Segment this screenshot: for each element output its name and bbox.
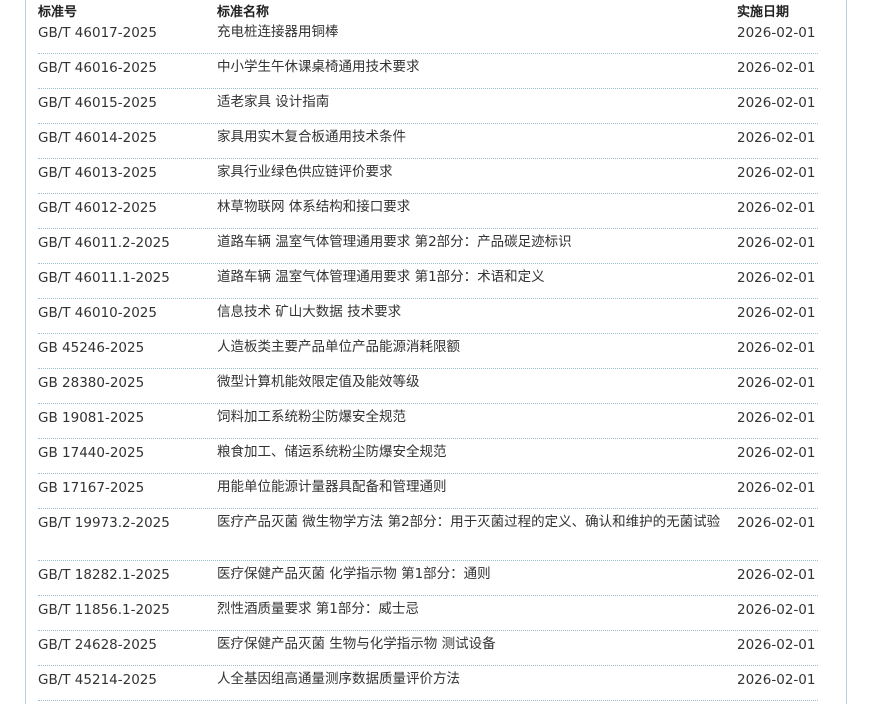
standard-number[interactable]: GB/T 18282.1-2025 — [38, 567, 170, 583]
standard-name-link[interactable]: 人全基因组高通量测序数据质量评价方法 — [217, 666, 729, 692]
table-row[interactable]: GB/T 46015-2025 适老家具 设计指南 2026-02-01 — [38, 89, 818, 124]
standard-name-link[interactable]: 医疗产品灭菌 微生物学方法 第2部分：用于灭菌过程的定义、确认和维护的无菌试验 — [217, 509, 729, 535]
standards-table-panel: 标准号 标准名称 实施日期 GB/T 46017-2025 充电桩连接器用铜棒 20… — [25, 0, 847, 704]
standard-number[interactable]: GB/T 46014-2025 — [38, 130, 157, 146]
table-row[interactable]: GB/T 46011.2-2025 道路车辆 温室气体管理通用要求 第2部分：产品… — [38, 229, 818, 264]
table-row[interactable]: GB/T 46010-2025 信息技术 矿山大数据 技术要求 2026-02-01 — [38, 299, 818, 334]
standard-number[interactable]: GB/T 45214-2025 — [38, 672, 157, 688]
standard-name-link[interactable]: 微型计算机能效限定值及能效等级 — [217, 369, 729, 395]
standard-number[interactable]: GB 19081-2025 — [38, 410, 144, 426]
implementation-date: 2026-02-01 — [737, 480, 816, 496]
standard-name-link[interactable]: 家具用实木复合板通用技术条件 — [217, 124, 729, 150]
standard-name-link[interactable]: 医疗保健产品灭菌 生物与化学指示物 测试设备 — [217, 631, 729, 657]
header-standard-number: 标准号 — [38, 5, 78, 20]
implementation-date: 2026-02-01 — [737, 602, 816, 618]
implementation-date: 2026-02-01 — [737, 445, 816, 461]
implementation-date: 2026-02-01 — [737, 270, 816, 286]
implementation-date: 2026-02-01 — [737, 95, 816, 111]
implementation-date: 2026-02-01 — [737, 515, 816, 531]
header-implementation-date: 实施日期 — [737, 5, 790, 20]
implementation-date: 2026-02-01 — [737, 375, 816, 391]
implementation-date: 2026-02-01 — [737, 235, 816, 251]
standard-name-link[interactable]: 道路车辆 温室气体管理通用要求 第2部分：产品碳足迹标识 — [217, 229, 729, 255]
table-row[interactable]: GB/T 18282.1-2025 医疗保健产品灭菌 化学指示物 第1部分：通则 2… — [38, 561, 818, 596]
table-row[interactable]: GB 19081-2025 饲料加工系统粉尘防爆安全规范 2026-02-01 — [38, 404, 818, 439]
standard-number[interactable]: GB 28380-2025 — [38, 375, 144, 391]
implementation-date: 2026-02-01 — [737, 567, 816, 583]
table-row[interactable]: GB/T 46016-2025 中小学生午休课桌椅通用技术要求 2026-02-01 — [38, 54, 818, 89]
standard-number[interactable]: GB/T 46013-2025 — [38, 165, 157, 181]
implementation-date: 2026-02-01 — [737, 410, 816, 426]
standard-name-link[interactable]: 粮食加工、储运系统粉尘防爆安全规范 — [217, 439, 729, 465]
standard-name-link[interactable]: 用能单位能源计量器具配备和管理通则 — [217, 474, 729, 500]
table-row[interactable]: GB/T 45214-2025 人全基因组高通量测序数据质量评价方法 2026-02… — [38, 666, 818, 701]
standard-name-link[interactable]: 信息技术 矿山大数据 技术要求 — [217, 299, 729, 325]
implementation-date: 2026-02-01 — [737, 340, 816, 356]
table-row[interactable]: GB/T 24628-2025 医疗保健产品灭菌 生物与化学指示物 测试设备 202… — [38, 631, 818, 666]
table-row[interactable]: GB/T 46013-2025 家具行业绿色供应链评价要求 2026-02-01 — [38, 159, 818, 194]
table-row[interactable]: GB/T 46014-2025 家具用实木复合板通用技术条件 2026-02-01 — [38, 124, 818, 159]
standard-name-link[interactable]: 人造板类主要产品单位产品能源消耗限额 — [217, 334, 729, 360]
table-row[interactable]: GB 17440-2025 粮食加工、储运系统粉尘防爆安全规范 2026-02-01 — [38, 439, 818, 474]
table-row[interactable]: GB 28380-2025 微型计算机能效限定值及能效等级 2026-02-01 — [38, 369, 818, 404]
standard-number[interactable]: GB/T 46015-2025 — [38, 95, 157, 111]
standard-name-link[interactable]: 林草物联网 体系结构和接口要求 — [217, 194, 729, 220]
standard-name-link[interactable]: 中小学生午休课桌椅通用技术要求 — [217, 54, 729, 80]
implementation-date: 2026-02-01 — [737, 165, 816, 181]
standard-number[interactable]: GB/T 46017-2025 — [38, 25, 157, 41]
standard-name-link[interactable]: 饲料加工系统粉尘防爆安全规范 — [217, 404, 729, 430]
standard-name-link[interactable]: 烈性酒质量要求 第1部分：威士忌 — [217, 596, 729, 622]
table-header: 标准号 标准名称 实施日期 — [38, 0, 818, 20]
standard-number[interactable]: GB/T 46011.1-2025 — [38, 270, 170, 286]
standard-number[interactable]: GB 17167-2025 — [38, 480, 144, 496]
table-row[interactable]: GB/T 19973.2-2025 医疗产品灭菌 微生物学方法 第2部分：用于灭菌… — [38, 509, 818, 561]
table-row[interactable]: GB/T 46011.1-2025 道路车辆 温室气体管理通用要求 第1部分：术语… — [38, 264, 818, 299]
implementation-date: 2026-02-01 — [737, 672, 816, 688]
implementation-date: 2026-02-01 — [737, 637, 816, 653]
standard-number[interactable]: GB/T 11856.1-2025 — [38, 602, 170, 618]
table-row[interactable]: GB 45246-2025 人造板类主要产品单位产品能源消耗限额 2026-02-0… — [38, 334, 818, 369]
standard-number[interactable]: GB/T 24628-2025 — [38, 637, 157, 653]
standard-number[interactable]: GB 17440-2025 — [38, 445, 144, 461]
standard-number[interactable]: GB/T 46010-2025 — [38, 305, 157, 321]
implementation-date: 2026-02-01 — [737, 60, 816, 76]
standard-number[interactable]: GB/T 46012-2025 — [38, 200, 157, 216]
standard-name-link[interactable]: 适老家具 设计指南 — [217, 89, 729, 115]
table-row[interactable]: GB/T 46012-2025 林草物联网 体系结构和接口要求 2026-02-01 — [38, 194, 818, 229]
implementation-date: 2026-02-01 — [737, 305, 816, 321]
table-body: GB/T 46017-2025 充电桩连接器用铜棒 2026-02-01 GB/T 4… — [38, 19, 818, 701]
implementation-date: 2026-02-01 — [737, 130, 816, 146]
standard-number[interactable]: GB/T 46016-2025 — [38, 60, 157, 76]
standard-name-link[interactable]: 道路车辆 温室气体管理通用要求 第1部分：术语和定义 — [217, 264, 729, 290]
table-row[interactable]: GB/T 46017-2025 充电桩连接器用铜棒 2026-02-01 — [38, 19, 818, 54]
standard-name-link[interactable]: 充电桩连接器用铜棒 — [217, 19, 729, 45]
implementation-date: 2026-02-01 — [737, 200, 816, 216]
standard-number[interactable]: GB/T 46011.2-2025 — [38, 235, 170, 251]
header-standard-name: 标准名称 — [217, 5, 270, 20]
standard-name-link[interactable]: 医疗保健产品灭菌 化学指示物 第1部分：通则 — [217, 561, 729, 587]
implementation-date: 2026-02-01 — [737, 25, 816, 41]
standard-number[interactable]: GB/T 19973.2-2025 — [38, 515, 170, 531]
table-row[interactable]: GB/T 11856.1-2025 烈性酒质量要求 第1部分：威士忌 2026-02… — [38, 596, 818, 631]
standard-number[interactable]: GB 45246-2025 — [38, 340, 144, 356]
table-row[interactable]: GB 17167-2025 用能单位能源计量器具配备和管理通则 2026-02-01 — [38, 474, 818, 509]
standard-name-link[interactable]: 家具行业绿色供应链评价要求 — [217, 159, 729, 185]
